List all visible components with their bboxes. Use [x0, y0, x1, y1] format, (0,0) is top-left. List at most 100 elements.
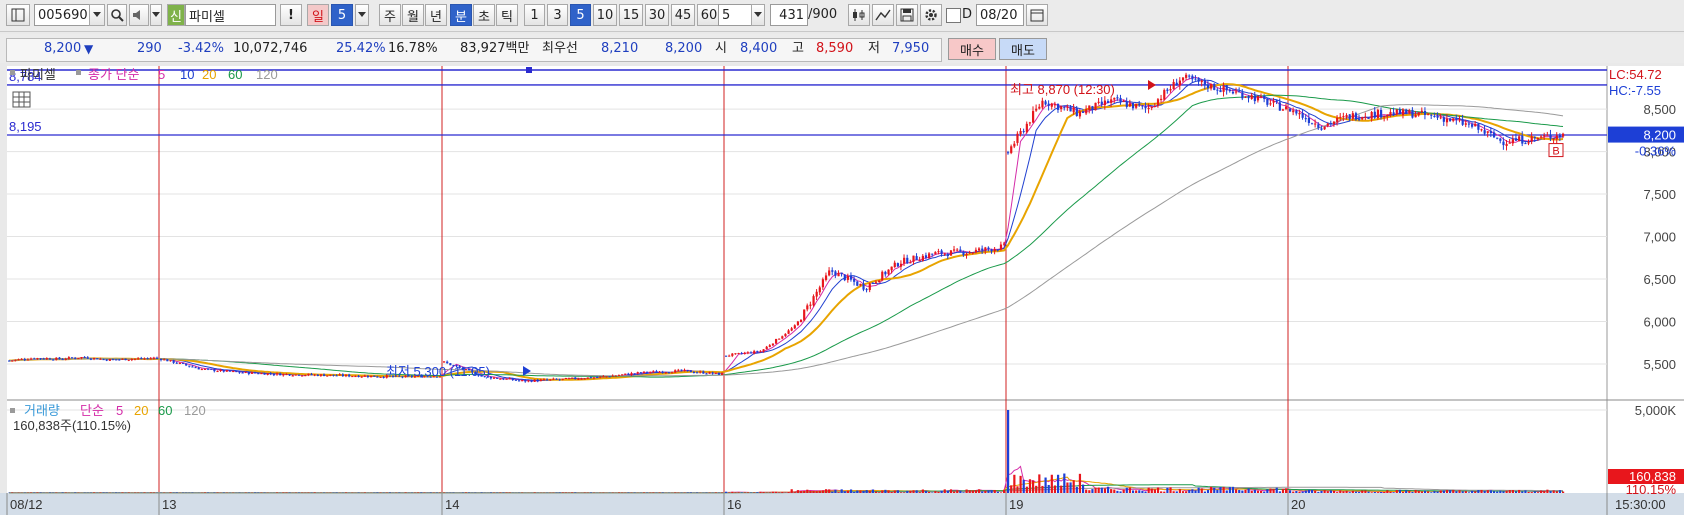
volume-bar [1339, 490, 1342, 493]
interval-30-button[interactable]: 30 [645, 4, 669, 26]
date-checkbox[interactable] [946, 8, 961, 23]
volume-bar [1336, 492, 1339, 493]
volume-bar [1486, 490, 1489, 493]
volume-bar [725, 491, 728, 493]
x-tick-label: 15:30:00 [1615, 497, 1666, 512]
candle [1275, 100, 1278, 102]
candle [1496, 137, 1499, 139]
candle [140, 358, 143, 360]
period-tick-button[interactable]: 틱 [496, 4, 518, 26]
volume-bar [1013, 474, 1016, 493]
candle [953, 249, 956, 251]
candle [699, 371, 702, 373]
volume-bar [990, 490, 993, 493]
candle [1228, 89, 1231, 92]
candle [993, 249, 996, 252]
volume-bar [1141, 490, 1144, 493]
candle [1178, 80, 1181, 86]
candle [499, 378, 502, 380]
candle [1398, 109, 1402, 115]
candle [238, 371, 241, 373]
y-tick-label: 8,500 [1643, 102, 1676, 117]
candle [446, 361, 449, 364]
candle [344, 374, 348, 377]
stock-code-input[interactable]: 005690 [34, 4, 90, 26]
volume-bar [1256, 490, 1260, 493]
period-day-button[interactable]: 일 [307, 4, 329, 26]
period-dropdown-button[interactable] [355, 4, 369, 26]
candle [1241, 92, 1244, 99]
volume-bar [1392, 492, 1395, 493]
candle [1329, 123, 1332, 125]
period-week-button[interactable]: 주 [379, 4, 401, 26]
search-icon[interactable] [107, 4, 127, 26]
calendar-icon[interactable] [1026, 4, 1048, 26]
volume-bar [971, 490, 974, 493]
candle [160, 358, 163, 360]
candle [1423, 110, 1427, 115]
candle [1502, 141, 1505, 146]
period-month-button[interactable]: 월 [402, 4, 424, 26]
volume-bar [1213, 487, 1216, 493]
volume-bar [999, 492, 1003, 493]
interval-15-button[interactable]: 15 [619, 4, 643, 26]
buy-button[interactable]: 매수 [948, 38, 996, 60]
candle [294, 374, 297, 376]
interval-10-button[interactable]: 10 [593, 4, 617, 26]
date-checkbox-label: D [962, 7, 973, 22]
candle [677, 369, 680, 371]
volume-bar [884, 489, 887, 493]
candle [996, 249, 999, 251]
candle [1489, 131, 1493, 134]
layout-icon[interactable] [6, 4, 30, 26]
candle [652, 371, 655, 373]
gear-icon[interactable] [920, 4, 942, 26]
candle [692, 371, 696, 373]
alert-button[interactable]: ! [280, 4, 302, 26]
candle [1392, 112, 1395, 116]
code-dropdown-button[interactable] [89, 4, 105, 26]
candle [1056, 103, 1060, 110]
candle [831, 270, 834, 272]
interval-1-button[interactable]: 1 [524, 4, 545, 26]
current-price-pct: -0.36% [1635, 144, 1677, 159]
speaker-dropdown-button[interactable] [150, 4, 162, 26]
sell-button[interactable]: 매도 [999, 38, 1047, 60]
candle [1555, 135, 1558, 140]
volume-bar [843, 491, 846, 493]
speaker-icon[interactable] [129, 4, 149, 26]
price-volume-chart[interactable]: 8,5008,0007,5007,0006,5006,0005,5005,000… [0, 66, 1684, 515]
volume-bar [1031, 480, 1035, 493]
candle [124, 358, 127, 361]
candle [8, 360, 11, 362]
candle [319, 374, 323, 376]
candle-type-icon[interactable] [848, 4, 870, 26]
interval-3-button[interactable]: 3 [547, 4, 568, 26]
volume-bar [1003, 489, 1006, 493]
interval-45-button[interactable]: 45 [671, 4, 695, 26]
candle [1332, 121, 1336, 124]
candle [680, 369, 683, 371]
volume-bar [1351, 490, 1354, 493]
interval-5-button[interactable]: 5 [570, 4, 591, 26]
save-icon[interactable] [896, 4, 918, 26]
trade-amount: 83,927백만 [460, 41, 530, 56]
line-tool-icon[interactable] [872, 4, 894, 26]
count-select[interactable]: 5 [718, 4, 752, 26]
candle [965, 253, 968, 256]
volume-bar [868, 490, 871, 493]
count-dropdown-button[interactable] [751, 4, 765, 26]
period-selected-button[interactable]: 5 [331, 4, 353, 26]
date-input[interactable]: 08/20 [976, 4, 1024, 26]
count-input[interactable]: 431 [770, 4, 808, 26]
volume-bar [1423, 490, 1427, 493]
period-minute-button[interactable]: 분 [450, 4, 472, 26]
candle [686, 370, 689, 372]
candle [1442, 117, 1445, 122]
candle [508, 378, 511, 380]
candle [617, 375, 621, 377]
period-second-button[interactable]: 초 [473, 4, 495, 26]
stock-name-field[interactable]: 파미셀 [185, 4, 276, 26]
period-year-button[interactable]: 년 [425, 4, 447, 26]
volume-bar [953, 491, 956, 493]
